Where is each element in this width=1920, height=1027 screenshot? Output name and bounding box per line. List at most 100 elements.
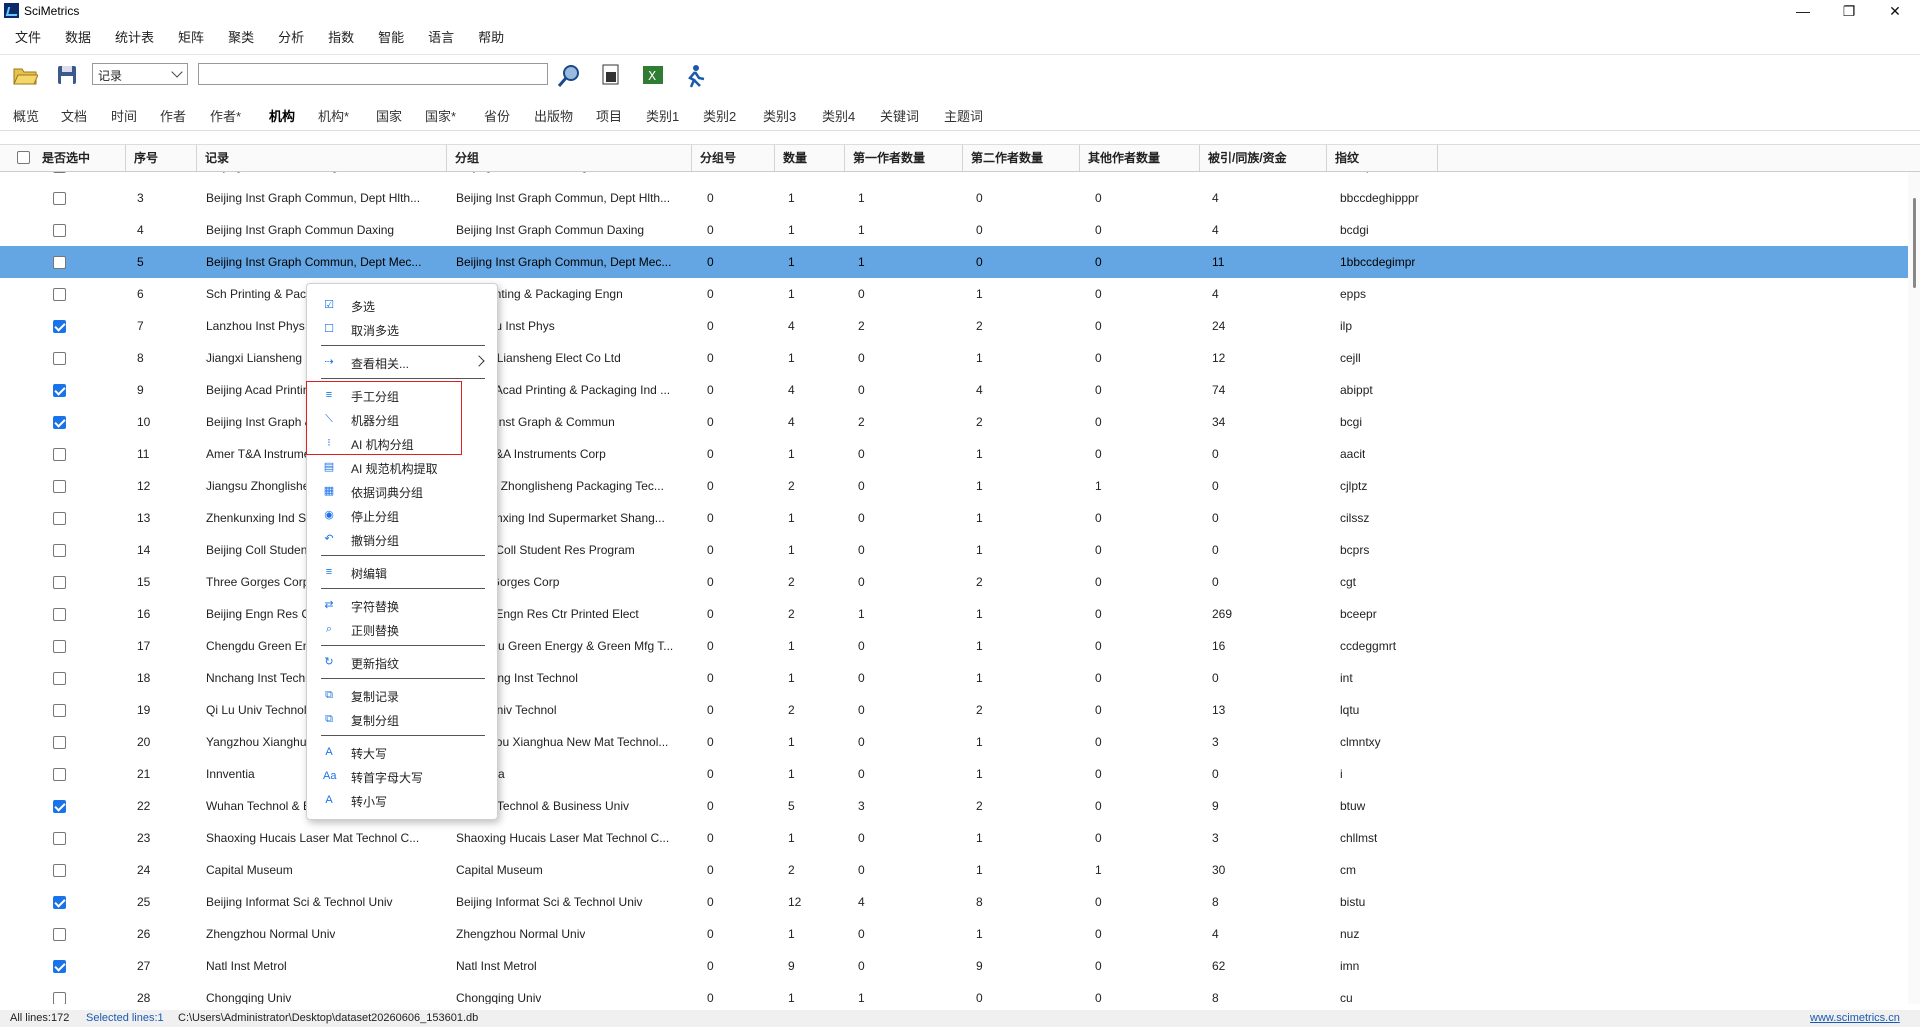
row-checkbox[interactable] [53, 352, 66, 365]
menu-item-8[interactable]: 语言 [413, 26, 463, 50]
context-item-copy-record[interactable]: ⧉ 复制记录 [307, 684, 497, 706]
column-header-1[interactable]: 序号 [126, 145, 197, 171]
menu-item-6[interactable]: 指数 [313, 26, 363, 50]
table-row[interactable]: 13Zhenkunxing Ind Supermarket Shang...Zh… [0, 502, 1908, 534]
tab-0[interactable]: 概览 [13, 106, 39, 125]
menu-item-3[interactable]: 矩阵 [163, 26, 213, 50]
row-checkbox[interactable] [53, 192, 66, 205]
tab-17[interactable]: 主题词 [944, 106, 983, 125]
context-item-ai-normalize-org[interactable]: ▤ AI 规范机构提取 [307, 456, 497, 478]
tab-5[interactable]: 机构 [269, 106, 295, 125]
row-checkbox[interactable] [53, 224, 66, 237]
maximize-button[interactable]: ❐ [1826, 0, 1872, 22]
table-row[interactable]: 26 Zhengzhou Normal Univ Zhengzhou Normal … [0, 918, 1908, 950]
table-row[interactable]: 3 Beijing Inst Graph Commun, Dept Hlth...… [0, 182, 1908, 214]
context-item-to-lower[interactable]: A 转小写 [307, 789, 497, 811]
row-checkbox[interactable] [53, 544, 66, 557]
row-checkbox[interactable] [53, 736, 66, 749]
menu-item-5[interactable]: 分析 [263, 26, 313, 50]
table-row[interactable]: 28 Chongqing Univ Chongqing Univ 0 1 1 0 0 8 cu [0, 982, 1908, 1004]
row-checkbox[interactable] [53, 960, 66, 973]
tab-3[interactable]: 作者 [160, 106, 186, 125]
close-button[interactable]: ✕ [1872, 0, 1918, 22]
row-checkbox[interactable] [53, 480, 66, 493]
context-item-undo-group[interactable]: ↶ 撤销分组 [307, 528, 497, 550]
column-header-8[interactable]: 其他作者数量 [1080, 145, 1200, 171]
website-link[interactable]: www.scimetrics.cn [1810, 1010, 1900, 1027]
table-row[interactable]: 27 Natl Inst Metrol Natl Inst Metrol 0 9 0 9 0 6… [0, 950, 1908, 982]
tab-14[interactable]: 类别3 [763, 106, 796, 125]
table-row[interactable]: 19 Qi Lu Univ Technol Qi Lu Univ Technol 0 2… [0, 694, 1908, 726]
row-checkbox[interactable] [53, 512, 66, 525]
menu-item-4[interactable]: 聚类 [213, 26, 263, 50]
row-checkbox[interactable] [53, 896, 66, 909]
menu-item-0[interactable]: 文件 [0, 26, 50, 50]
tab-11[interactable]: 项目 [596, 106, 622, 125]
row-checkbox[interactable] [53, 640, 66, 653]
table-row[interactable]: 2 Beijing Printed Elect Engn Technol Re..… [0, 172, 1908, 182]
tab-8[interactable]: 国家* [425, 106, 456, 125]
row-checkbox[interactable] [53, 320, 66, 333]
tab-4[interactable]: 作者* [210, 106, 241, 125]
context-item-tree-edit[interactable]: ≡ 树编辑 [307, 561, 497, 583]
table-row[interactable]: 24 Capital Museum Capital Museum 0 2 0 1 1 30 cm [0, 854, 1908, 886]
table-row[interactable]: 10 Beijing Inst Graph & Commun Beijing Ins… [0, 406, 1908, 438]
menu-item-2[interactable]: 统计表 [100, 26, 163, 50]
context-item-char-replace[interactable]: ⇄ 字符替换 [307, 594, 497, 616]
row-checkbox[interactable] [53, 384, 66, 397]
menu-item-7[interactable]: 智能 [363, 26, 413, 50]
table-row[interactable]: 15 Three Gorges Corp Three Gorges Corp 0 2 0 2… [0, 566, 1908, 598]
column-header-0[interactable]: 是否选中 [0, 145, 126, 171]
excel-export-icon[interactable]: X [640, 63, 666, 87]
table-row[interactable]: 12Jiangsu Zhonglisheng Packaging Tec...J… [0, 470, 1908, 502]
tab-1[interactable]: 文档 [61, 106, 87, 125]
table-row[interactable]: 21InnventiaInnventia010100i [0, 758, 1908, 790]
table-row[interactable]: 7 Lanzhou Inst Phys Lanzhou Inst Phys 0 4 2 2 0… [0, 310, 1908, 342]
vertical-scrollbar[interactable] [1908, 172, 1920, 1004]
row-checkbox[interactable] [53, 256, 66, 269]
context-item-update-fingerprint[interactable]: ↻ 更新指纹 [307, 651, 497, 673]
run-icon[interactable] [682, 63, 708, 88]
row-checkbox[interactable] [53, 576, 66, 589]
tab-2[interactable]: 时间 [111, 106, 137, 125]
table-row[interactable]: 23 Shaoxing Hucais Laser Mat Technol C...… [0, 822, 1908, 854]
tab-9[interactable]: 省份 [484, 106, 510, 125]
column-header-5[interactable]: 数量 [775, 145, 845, 171]
search-input[interactable] [198, 63, 548, 85]
row-checkbox[interactable] [53, 172, 66, 173]
row-checkbox[interactable] [53, 416, 66, 429]
tab-10[interactable]: 出版物 [534, 106, 573, 125]
row-checkbox[interactable] [53, 448, 66, 461]
table-row[interactable]: 16 Beijing Engn Res Ctr Printed Elect Beij… [0, 598, 1908, 630]
export-document-icon[interactable] [598, 63, 624, 87]
record-type-select[interactable]: 记录 [92, 63, 188, 85]
row-checkbox[interactable] [53, 288, 66, 301]
minimize-button[interactable]: — [1780, 0, 1826, 22]
open-folder-icon[interactable] [12, 63, 39, 87]
column-header-10[interactable]: 指纹 [1327, 145, 1438, 171]
menu-item-9[interactable]: 帮助 [463, 26, 513, 50]
table-row[interactable]: 22 Wuhan Technol & Business Univ Wuhan Tec… [0, 790, 1908, 822]
table-row[interactable]: 5 Beijing Inst Graph Commun, Dept Mec... B… [0, 246, 1908, 278]
column-header-9[interactable]: 被引/同族/资金 [1200, 145, 1327, 171]
context-item-cancel-multi-select[interactable]: ☐ 取消多选 [307, 318, 497, 340]
row-checkbox[interactable] [53, 608, 66, 621]
context-item-multi-select[interactable]: ☑ 多选 [307, 294, 497, 316]
table-row[interactable]: 9Beijing Acad Printing & Packaging Ind .… [0, 374, 1908, 406]
row-checkbox[interactable] [53, 928, 66, 941]
column-header-6[interactable]: 第一作者数量 [845, 145, 963, 171]
context-item-view-related[interactable]: ⇢ 查看相关... [307, 351, 497, 373]
tab-7[interactable]: 国家 [376, 106, 402, 125]
row-checkbox[interactable] [53, 832, 66, 845]
tab-12[interactable]: 类别1 [646, 106, 679, 125]
column-header-2[interactable]: 记录 [197, 145, 447, 171]
context-item-regex-replace[interactable]: ⌕ 正则替换 [307, 618, 497, 640]
tab-6[interactable]: 机构* [318, 106, 349, 125]
table-row[interactable]: 8 Jiangxi Liansheng Elect Co Ltd Jiangxi L… [0, 342, 1908, 374]
save-icon[interactable] [54, 63, 80, 87]
context-item-to-title[interactable]: Aa 转首字母大写 [307, 765, 497, 787]
tab-16[interactable]: 关键词 [880, 106, 919, 125]
row-checkbox[interactable] [53, 768, 66, 781]
table-row[interactable]: 14 Beijing Coll Student Res Program Beijin… [0, 534, 1908, 566]
row-checkbox[interactable] [53, 672, 66, 685]
